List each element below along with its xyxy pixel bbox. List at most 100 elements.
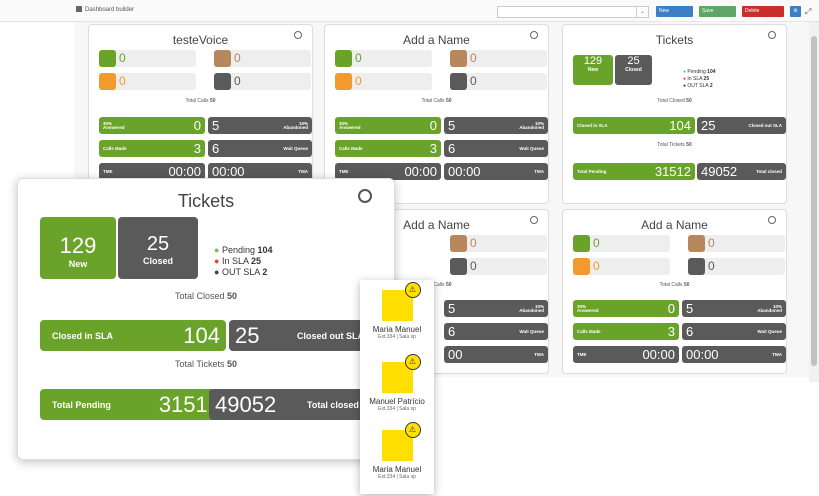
card-title: Add a Name [403,33,470,47]
agents-pause-tile: 0 [214,73,311,90]
scrollbar-thumb[interactable] [811,36,817,366]
closed-out-sla-bar: 25 Closed out SLA [697,117,786,134]
coffee-icon [688,258,705,275]
card-title: Add a Name [641,218,708,232]
abandoned-bar: 5 10% Abandoned [444,117,548,134]
agents-history-tile: 0 [214,50,311,67]
user-icon [335,50,352,67]
template-select[interactable]: ⌄ [497,6,649,18]
tma-bar: 00:00 TMA [444,163,548,180]
chevron-down-icon[interactable]: ⌄ [636,7,648,17]
agent-card[interactable]: ⚠ Maria Manuel Ext.334 | Sala xp [360,422,434,480]
agents-history-tile: 0 [450,50,547,67]
gear-icon[interactable] [530,216,538,224]
agent-card[interactable]: ⚠ Manuel Patrício Ext.334 | Sala xp [360,354,434,412]
ticket-legend: ● Pending 104 ● In SLA 25 ● OUT SLA 2 [683,69,716,89]
history-icon [450,50,467,67]
agents-chat-tile: 0 [573,258,670,275]
new-tickets-tile: 129 New [573,55,613,85]
gear-icon[interactable] [294,31,302,39]
closed-tickets-tile: 25 Closed [118,217,198,279]
top-toolbar: Dashboard builder ⌄ New Template Save Te… [0,0,819,25]
total-calls-caption: Total Calls 50 [659,282,690,288]
agents-history-tile: 0 [450,235,547,252]
app-title: Dashboard builder [76,6,134,13]
agents-available-tile: 0 [99,50,196,67]
new-tickets-tile: 129 New [40,217,116,279]
agents-pause-tile: 0 [450,258,547,275]
warning-icon: ⚠ [404,354,421,370]
user-icon [99,50,116,67]
chat-bubble-icon: ⚠ [381,282,421,321]
wait-queue-bar: 6 Wait Queue [444,140,548,157]
warning-icon: ⚠ [404,282,421,298]
history-icon: ⚠ [381,354,421,393]
chart-icon [76,6,82,12]
coffee-icon [450,73,467,90]
total-tickets-caption: Total Tickets 50 [657,142,692,148]
agents-available-tile: 0 [335,50,432,67]
delete-template-button[interactable]: Delete Template [742,6,784,25]
widget-card-tickets: Tickets 129 New 25 Closed ● Pending 104 ● … [562,24,787,204]
total-closed-bar: 49052 Total closed [697,163,786,180]
card-title: testeVoice [172,33,229,47]
calls-made-bar: Calls Made 3 [335,140,441,157]
tma-bar: 00:00 TMA [682,346,786,363]
total-calls-caption: Total Calls 50 [421,98,452,104]
expand-icon[interactable]: ⤢ [805,7,811,17]
widget-card-testevoice: testeVoice 0 0 0 0 Total Calls 50 30% Ans… [88,24,313,204]
agents-pause-tile: 0 [688,258,785,275]
agents-pause-tile: 0 [450,73,547,90]
chat-bubble-icon [573,258,590,275]
card-title: Tickets [177,191,235,211]
scrollbar[interactable] [809,22,819,382]
agents-history-tile: 0 [688,235,785,252]
history-icon [688,235,705,252]
coffee-icon [450,258,467,275]
warning-icon: ⚠ [404,422,421,438]
chat-bubble-icon [335,73,352,90]
wait-queue-bar: 6 Wait Queue [208,140,312,157]
agent-card[interactable]: ⚠ Maria Manuel Ext.334 | Sala xp [360,282,434,340]
wait-queue-bar: 6 Wait Queue [444,323,548,340]
closed-in-sla-bar: Closed in SLA 104 [573,117,695,134]
agents-chat-tile: 0 [335,73,432,90]
widget-card-add-name: Add a Name 0 0 0 0 Total Calls 50 30% Ans… [324,24,549,204]
history-icon [450,235,467,252]
total-calls-caption: Total Calls 50 [185,98,216,104]
answered-bar: 30% Answered 0 [335,117,441,134]
ticket-legend: ● Pending 104 ● In SLA 25 ● OUT SLA 2 [214,245,273,277]
tme-bar: TME 00:00 [573,346,679,363]
card-title: Tickets [655,33,694,47]
agents-chat-tile: 0 [99,73,196,90]
calls-made-bar: Calls Made 3 [573,323,679,340]
user-icon [573,235,590,252]
agent-list-panel: ⚠ Maria Manuel Ext.334 | Sala xp ⚠ Manue… [360,280,434,494]
gear-icon[interactable] [530,31,538,39]
chat-bubble-icon: ⚠ [381,422,421,461]
widget-card-add-name-3: Add a Name 0 0 0 0 Total Calls 50 30% Ans… [562,209,787,374]
agents-available-tile: 0 [573,235,670,252]
gear-icon[interactable] [768,216,776,224]
save-template-button[interactable]: Save Template [699,6,736,25]
new-template-button[interactable]: New Template [656,6,693,25]
abandoned-bar: 5 10% Abandoned [208,117,312,134]
total-closed-caption: Total Closed 50 [174,291,238,301]
closed-in-sla-bar: Closed in SLA 104 [40,320,226,351]
total-tickets-caption: Total Tickets 50 [174,359,238,369]
tma-bar: 00 TMA [444,346,548,363]
wait-queue-bar: 6 Wait Queue [682,323,786,340]
answered-bar: 30% Answered 0 [573,300,679,317]
settings-button[interactable]: ⚙ [790,6,801,17]
abandoned-bar: 5 10% Abandoned [682,300,786,317]
calls-made-bar: Calls Made 3 [99,140,205,157]
total-pending-bar: Total Pending 31512 [40,389,226,420]
history-icon [214,50,231,67]
answered-bar: 30% Answered 0 [99,117,205,134]
abandoned-bar: 5 10% Abandoned [444,300,548,317]
chat-bubble-icon [99,73,116,90]
gear-icon[interactable] [358,189,372,203]
gear-icon[interactable] [768,31,776,39]
tickets-card-zoomed: Tickets 129 New 25 Closed ● Pending 104 ● … [17,178,395,460]
coffee-icon [214,73,231,90]
